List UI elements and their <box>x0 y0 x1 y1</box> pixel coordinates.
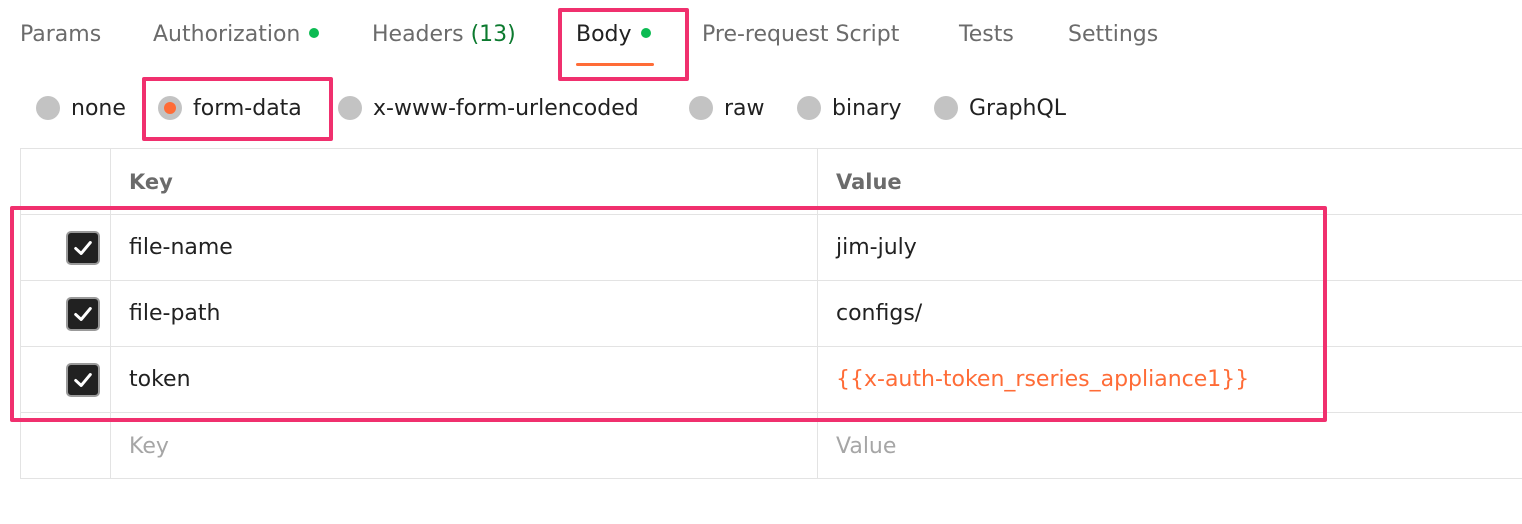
tab-authorization-label: Authorization <box>153 22 301 47</box>
body-type-binary[interactable]: binary <box>797 92 902 124</box>
header-check-cell <box>21 149 111 214</box>
body-type-none[interactable]: none <box>36 92 126 124</box>
body-type-graphql-label: GraphQL <box>969 95 1067 121</box>
row-value-variable-cell[interactable]: {{x-auth-token_rseries_appliance1}} <box>818 347 1522 412</box>
column-header-key: Key <box>111 149 818 214</box>
row-checkbox[interactable] <box>65 362 100 397</box>
form-data-table: Key Value file-name jim-july file-path c… <box>20 148 1522 479</box>
radio-icon <box>689 96 713 120</box>
status-dot-icon <box>309 28 320 38</box>
row-checkbox[interactable] <box>65 296 100 331</box>
radio-selected-icon <box>158 96 182 120</box>
row-key-cell[interactable]: file-name <box>111 215 818 280</box>
tab-params-label: Params <box>20 22 102 47</box>
status-dot-icon <box>640 28 651 38</box>
body-type-raw[interactable]: raw <box>689 92 765 124</box>
active-tab-underline <box>576 63 654 66</box>
table-new-row: Key Value <box>21 413 1522 479</box>
tab-pre-request-script[interactable]: Pre-request Script <box>702 20 899 50</box>
body-type-binary-label: binary <box>832 95 902 121</box>
row-value-cell[interactable]: configs/ <box>818 281 1522 346</box>
body-type-urlencoded-label: x-www-form-urlencoded <box>373 95 639 121</box>
radio-icon <box>934 96 958 120</box>
body-type-none-label: none <box>71 95 126 121</box>
tab-params[interactable]: Params <box>20 20 101 50</box>
row-check-cell <box>21 215 111 280</box>
tab-body-label: Body <box>576 22 632 47</box>
tab-headers-label: Headers <box>372 22 464 47</box>
row-check-cell <box>21 413 111 479</box>
tab-body[interactable]: Body <box>576 20 651 50</box>
radio-icon <box>797 96 821 120</box>
row-value-cell[interactable]: jim-july <box>818 215 1522 280</box>
tab-headers[interactable]: Headers (13) <box>372 20 516 50</box>
tab-tests[interactable]: Tests <box>959 20 1014 50</box>
body-type-form-data[interactable]: form-data <box>158 92 302 124</box>
tab-settings-label: Settings <box>1068 22 1159 47</box>
checkmark-icon <box>73 372 92 387</box>
row-checkbox[interactable] <box>65 230 100 265</box>
checkmark-icon <box>73 306 92 321</box>
new-key-input[interactable]: Key <box>111 413 818 479</box>
body-type-graphql[interactable]: GraphQL <box>934 92 1066 124</box>
radio-icon <box>36 96 60 120</box>
table-header-row: Key Value <box>21 149 1522 215</box>
checkmark-icon <box>73 240 92 255</box>
row-key-cell[interactable]: file-path <box>111 281 818 346</box>
headers-count: (13) <box>470 22 516 47</box>
body-type-x-www-form-urlencoded[interactable]: x-www-form-urlencoded <box>338 92 639 124</box>
table-row: file-name jim-july <box>21 215 1522 281</box>
tab-settings[interactable]: Settings <box>1068 20 1158 50</box>
radio-icon <box>338 96 362 120</box>
tab-pre-request-script-label: Pre-request Script <box>702 22 900 47</box>
column-header-value: Value <box>836 169 902 194</box>
new-value-input[interactable]: Value <box>818 413 1522 479</box>
tab-tests-label: Tests <box>959 22 1014 47</box>
tab-authorization[interactable]: Authorization <box>153 20 320 50</box>
row-check-cell <box>21 281 111 346</box>
request-tabs: Params Authorization Headers (13) Body P… <box>0 0 1522 72</box>
table-row: token {{x-auth-token_rseries_appliance1}… <box>21 347 1522 413</box>
row-key-cell[interactable]: token <box>111 347 818 412</box>
table-row: file-path configs/ <box>21 281 1522 347</box>
body-type-raw-label: raw <box>724 95 765 121</box>
body-type-form-data-label: form-data <box>193 95 302 121</box>
row-check-cell <box>21 347 111 412</box>
